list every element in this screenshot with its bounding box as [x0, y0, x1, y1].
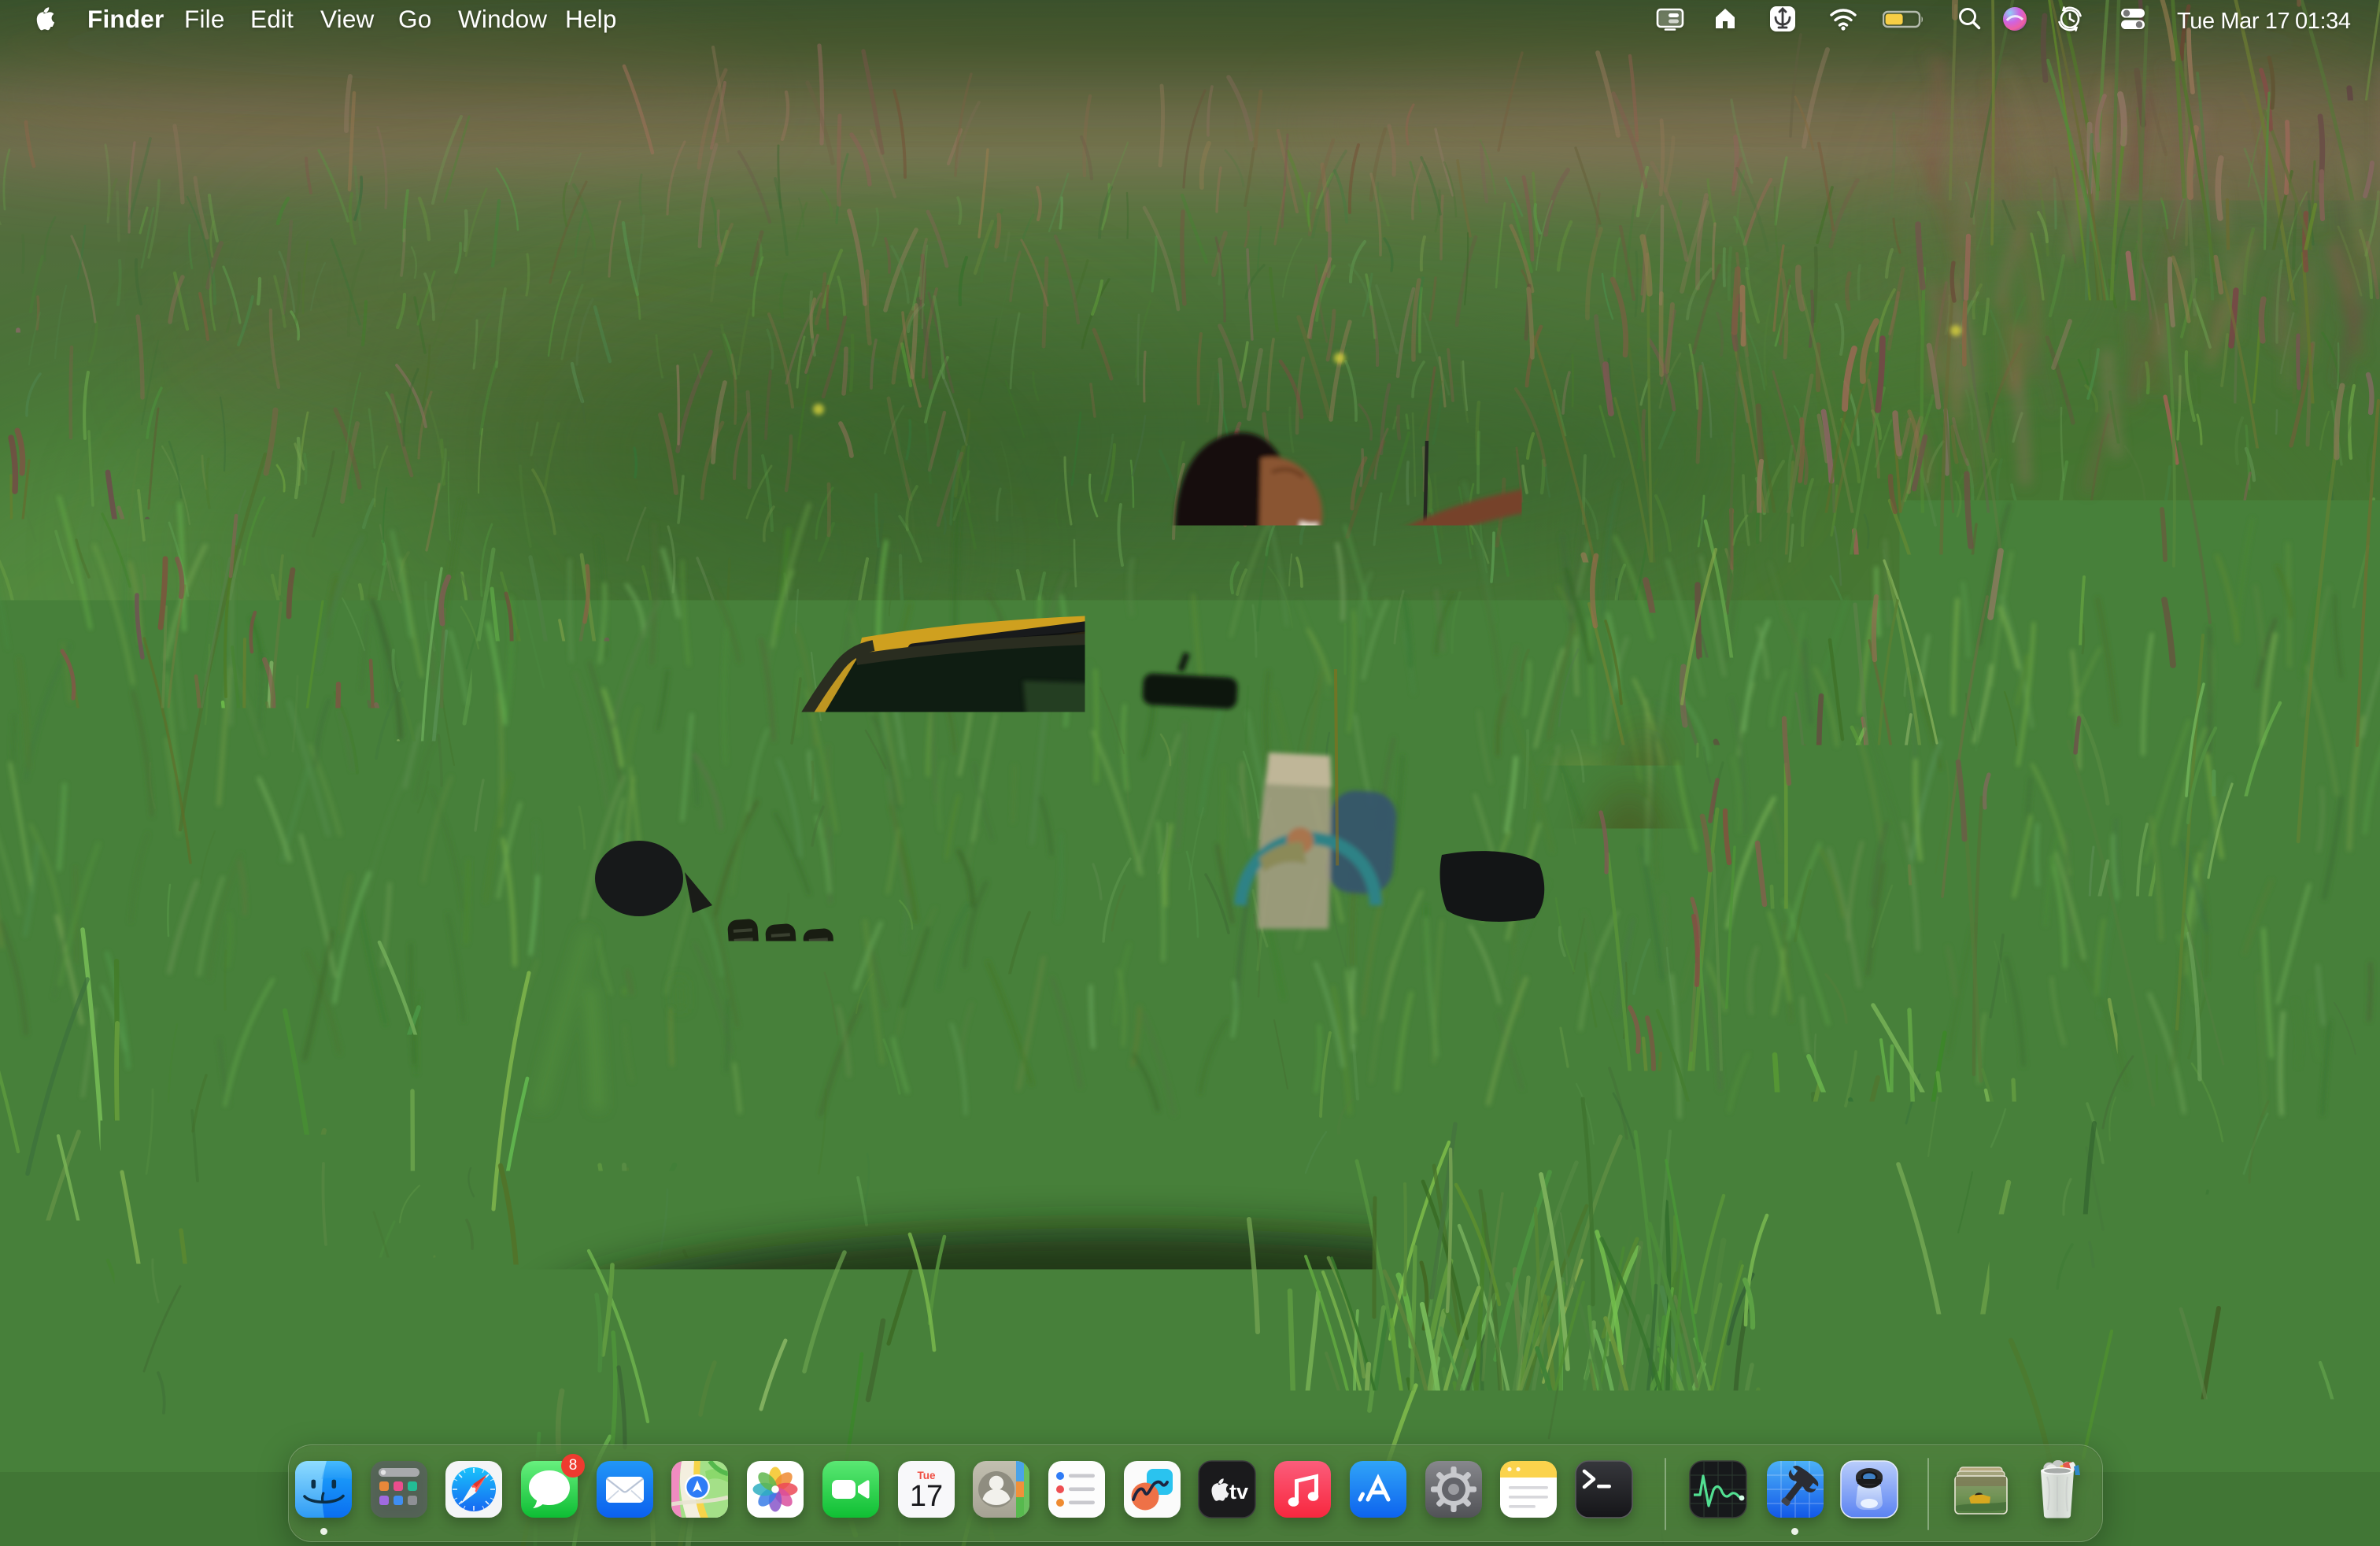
svg-text:17: 17 — [910, 1480, 943, 1513]
svg-text:3821XB92: 3821XB92 — [848, 1175, 1066, 1224]
svg-text:tv: tv — [1229, 1480, 1248, 1503]
